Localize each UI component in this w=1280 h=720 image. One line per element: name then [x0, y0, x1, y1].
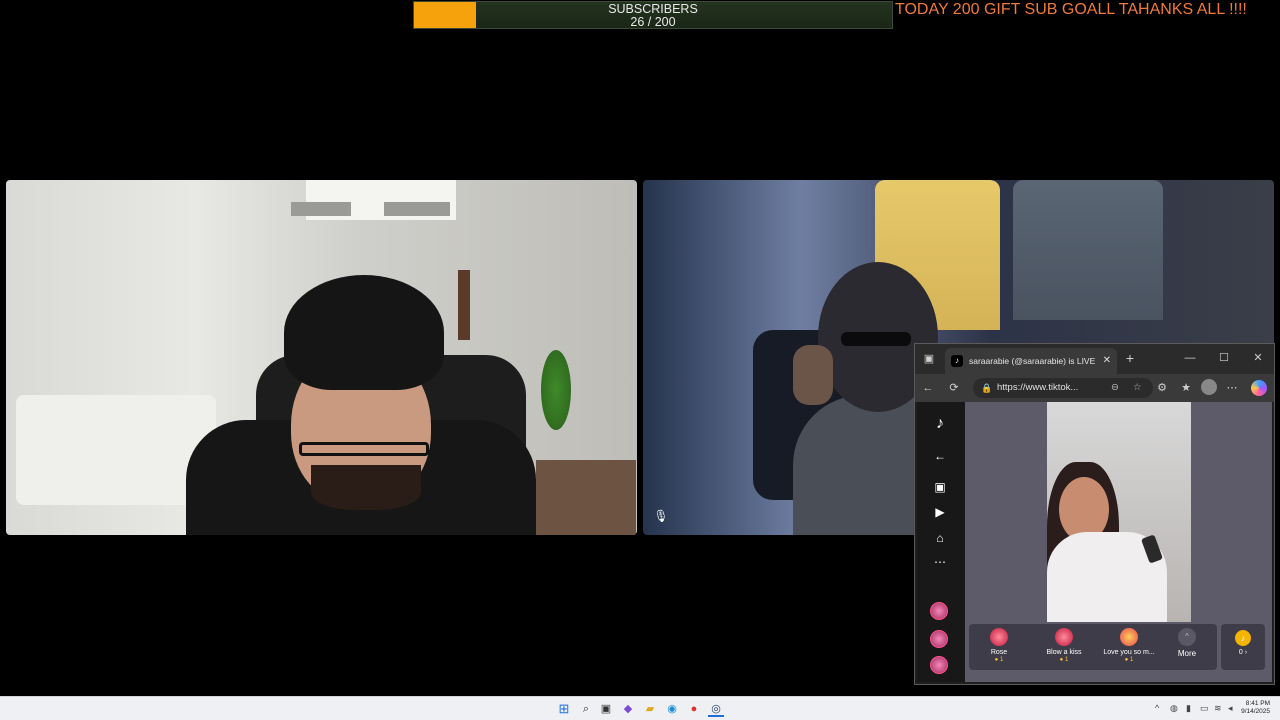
doorway [458, 270, 470, 340]
profile-avatar[interactable] [1201, 379, 1217, 395]
steam-app-icon[interactable]: ◎ [708, 701, 724, 717]
live-icon[interactable]: ▣ [931, 479, 949, 495]
grey-jersey [1013, 180, 1163, 320]
new-tab-icon[interactable]: + [1123, 351, 1137, 365]
back-icon[interactable]: ← [921, 381, 935, 395]
gift-cost-value: 1 [999, 657, 1004, 663]
address-bar[interactable]: 🔒 https://www.tiktok... ⊖ ☆ [973, 378, 1153, 398]
clock-time: 8:41 PM [1245, 700, 1270, 707]
gift-label: Rose [990, 649, 1008, 656]
gift-label: Love you so m... [1103, 649, 1155, 656]
tray-chevron-icon[interactable]: ^ [1155, 703, 1159, 713]
file-explorer-icon[interactable]: ▰ [642, 701, 658, 717]
sunglasses [841, 332, 911, 346]
url-text: https://www.tiktok... [997, 382, 1079, 393]
subscriber-progress-text: SUBSCRIBERS 26 / 200 [414, 3, 892, 29]
more-label: More [1177, 649, 1197, 658]
tiktok-logo-icon[interactable]: ♪ [931, 416, 949, 432]
live-video[interactable] [1047, 402, 1191, 622]
gift-love-you[interactable]: Love you so m... ● 1 [1099, 626, 1159, 663]
goal-banner: TODAY 200 GIFT SUB GOALL TAHANKS ALL !!!… [895, 1, 1247, 18]
gift-cost: ● 1 [1059, 657, 1069, 663]
stream-screen: SUBSCRIBERS 26 / 200 TODAY 200 GIFT SUB … [0, 0, 1280, 720]
gift-bar: Rose ● 1 Blow a kiss ● 1 Love you so m... ●… [969, 624, 1217, 670]
beanie-hat [284, 275, 444, 390]
network-tray-icon[interactable]: ◍ [1170, 703, 1178, 714]
windows-start-icon[interactable]: ⊞ [556, 701, 572, 717]
clock-date: 9/14/2025 [1241, 708, 1270, 715]
coin-label: 0 › [1238, 649, 1248, 656]
home-icon[interactable]: ⌂ [931, 530, 949, 546]
heart-icon [1120, 628, 1138, 646]
favorite-star-icon[interactable]: ☆ [1133, 378, 1142, 398]
refresh-icon[interactable]: ⟳ [947, 381, 961, 395]
subscriber-progress-bar: SUBSCRIBERS 26 / 200 [413, 1, 893, 29]
address-toolbar: ← ⟳ 🔒 https://www.tiktok... ⊖ ☆ ⚙ ★ ⋯ [915, 374, 1274, 402]
tv-cabinet [536, 460, 636, 535]
video-icon[interactable]: ▶ [931, 504, 949, 520]
extension-icon[interactable]: ⚙ [1155, 381, 1169, 395]
coin-icon: ♪ [1235, 630, 1251, 646]
copilot-app-icon[interactable]: ◆ [620, 701, 636, 717]
zoom-icon[interactable]: ⊖ [1111, 378, 1119, 398]
tab-bar: ▣ ♪ saraarabie (@saraarabie) is LIVE ✕ +… [915, 344, 1274, 374]
tiktok-page: ♪ ← ▣ ▶ ⌂ ⋯ Rose ● 1 Blow a kiss ● 1 Lov… [917, 402, 1272, 682]
plant [541, 350, 571, 430]
display-tray-icon[interactable]: ▭ [1200, 703, 1209, 714]
close-window-icon[interactable]: ✕ [1251, 351, 1265, 365]
search-icon[interactable]: ⌕ [578, 701, 594, 717]
followed-avatar[interactable] [930, 602, 948, 620]
webcam-left [6, 180, 637, 535]
gift-cost-value: 1 [1064, 657, 1069, 663]
system-clock[interactable]: 8:41 PM 9/14/2025 [1241, 700, 1270, 716]
gift-cost: ● 1 [1124, 657, 1134, 663]
glasses [299, 442, 429, 456]
back-arrow-icon[interactable]: ← [931, 448, 949, 464]
coin-balance[interactable]: ♪ 0 › [1221, 624, 1265, 670]
gift-label: Blow a kiss [1046, 649, 1082, 656]
tab-title: saraarabie (@saraarabie) is LIVE [969, 356, 1096, 366]
air-vent [384, 202, 450, 216]
subscriber-count: 26 / 200 [630, 15, 676, 29]
rose-icon [990, 628, 1008, 646]
beard [311, 465, 421, 510]
chevron-up-icon: ^ [1178, 628, 1196, 646]
task-view-icon[interactable]: ▣ [598, 701, 614, 717]
copilot-icon[interactable] [1251, 380, 1267, 396]
gift-blow-a-kiss[interactable]: Blow a kiss ● 1 [1034, 626, 1094, 663]
lock-icon: 🔒 [981, 383, 993, 393]
followed-avatar[interactable] [930, 630, 948, 648]
favorites-icon[interactable]: ★ [1179, 381, 1193, 395]
browser-tab[interactable]: ♪ saraarabie (@saraarabie) is LIVE ✕ [945, 348, 1117, 374]
gift-cost-value: 1 [1129, 657, 1134, 663]
close-tab-icon[interactable]: ✕ [1103, 348, 1111, 374]
more-icon[interactable]: ⋯ [931, 554, 949, 570]
browser-window: ▣ ♪ saraarabie (@saraarabie) is LIVE ✕ +… [914, 343, 1275, 685]
volume-tray-icon[interactable]: ◂ [1228, 703, 1233, 714]
more-gifts-button[interactable]: ^ More [1159, 626, 1215, 658]
obs-app-icon[interactable]: ● [686, 701, 702, 717]
tiktok-favicon-icon: ♪ [951, 355, 963, 367]
live-stream-area: Rose ● 1 Blow a kiss ● 1 Love you so m... ●… [965, 402, 1272, 682]
air-vent [291, 202, 351, 216]
followed-avatar[interactable] [930, 656, 948, 674]
windows-taskbar: ⊞ ⌕ ▣ ◆ ▰ ◉ ● ◎ ^ ◍ ▮ ▭ ≋ ◂ 8:41 PM 9/14… [0, 696, 1280, 720]
maximize-icon[interactable]: ☐ [1217, 351, 1231, 365]
edge-browser-icon[interactable]: ◉ [664, 701, 680, 717]
wifi-tray-icon[interactable]: ≋ [1214, 703, 1222, 714]
hand [793, 345, 833, 405]
kiss-icon [1055, 628, 1073, 646]
mic-tray-icon[interactable]: ▮ [1186, 703, 1191, 714]
gift-rose[interactable]: Rose ● 1 [969, 626, 1029, 663]
gift-cost: ● 1 [994, 657, 1004, 663]
microphone-muted-icon[interactable]: 🎙 [653, 508, 669, 524]
tab-actions-icon[interactable]: ▣ [922, 352, 936, 366]
more-menu-icon[interactable]: ⋯ [1225, 381, 1239, 395]
minimize-icon[interactable]: — [1183, 351, 1197, 365]
tiktok-left-nav: ♪ ← ▣ ▶ ⌂ ⋯ [917, 402, 965, 682]
